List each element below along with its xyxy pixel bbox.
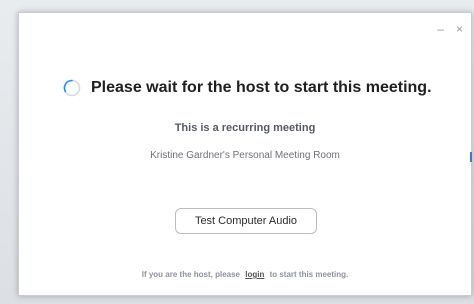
test-computer-audio-button[interactable]: Test Computer Audio (175, 208, 317, 234)
host-login-hint: If you are the host, please login to sta… (19, 270, 471, 279)
page-title: Please wait for the host to start this m… (91, 79, 432, 96)
waiting-room-window: – × Please wait for the host to start th… (18, 12, 472, 296)
background-window-edge (470, 152, 472, 162)
window-controls: – × (437, 23, 463, 35)
minimize-icon[interactable]: – (437, 23, 444, 35)
host-hint-suffix: to start this meeting. (269, 270, 349, 279)
meeting-room-name: Kristine Gardner's Personal Meeting Room (150, 150, 340, 161)
loading-spinner-icon (63, 79, 81, 97)
close-icon[interactable]: × (456, 23, 463, 35)
meeting-type-label: This is a recurring meeting (174, 122, 316, 134)
host-hint-prefix: If you are the host, please (141, 270, 240, 279)
headline-row: Please wait for the host to start this m… (63, 79, 432, 97)
login-link[interactable]: login (245, 270, 264, 279)
